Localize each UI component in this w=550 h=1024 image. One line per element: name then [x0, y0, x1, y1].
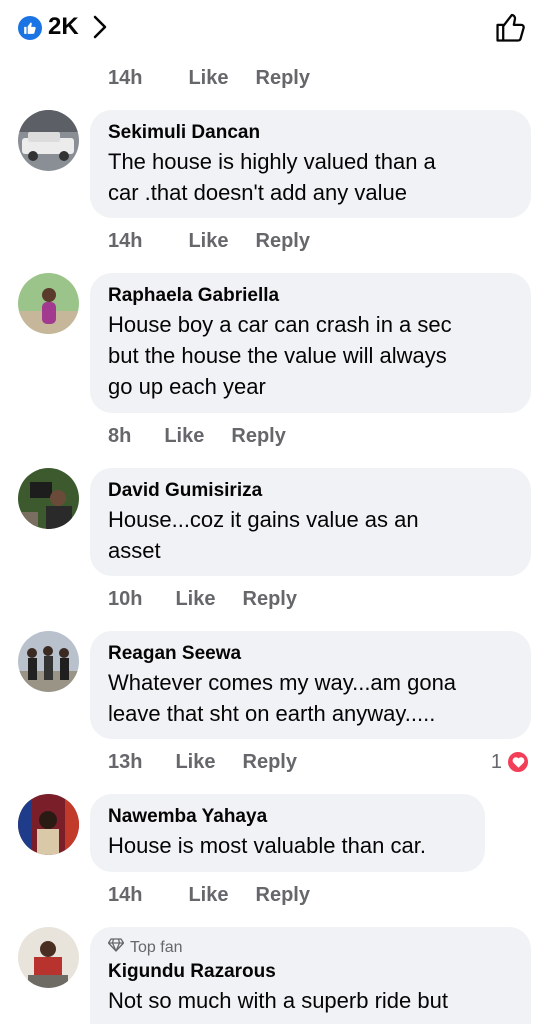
- thumbs-up-outline-icon[interactable]: [494, 10, 528, 49]
- comment-author[interactable]: Reagan Seewa: [108, 641, 513, 667]
- reply-button[interactable]: Reply: [243, 751, 297, 774]
- comment-time: 10h: [108, 587, 143, 610]
- like-button[interactable]: Like: [188, 67, 228, 90]
- reply-button[interactable]: Reply: [256, 884, 310, 907]
- avatar[interactable]: [18, 468, 79, 529]
- comment-time: 14h: [108, 229, 143, 252]
- comment-time: 13h: [108, 750, 143, 773]
- reactions-header: 2K: [0, 0, 550, 56]
- comment-bubble: Reagan Seewa Whatever comes my way...am …: [90, 631, 531, 739]
- comment-actions: 8h Like Reply: [108, 422, 286, 450]
- comment-reactions[interactable]: 1: [491, 750, 530, 774]
- comment-actions: 13h Like Reply: [108, 748, 297, 776]
- comment-author[interactable]: Raphaela Gabriella: [108, 283, 513, 309]
- comment-actions: 14h Like Reply: [108, 64, 310, 92]
- comment-bubble: Top fan Kigundu Razarous Not so much wit…: [90, 927, 531, 1024]
- reply-button[interactable]: Reply: [256, 230, 310, 253]
- comment-text: The house is highly valued than a car .t…: [108, 149, 436, 205]
- reaction-count: 1: [490, 750, 502, 773]
- like-thumb-icon[interactable]: [18, 16, 42, 40]
- reply-button[interactable]: Reply: [243, 588, 297, 611]
- top-fan-badge: Top fan: [107, 937, 513, 959]
- reaction-count[interactable]: 2K: [48, 13, 79, 41]
- comment-actions: 14h Like Reply: [108, 227, 310, 255]
- comment-bubble: David Gumisiriza House...coz it gains va…: [90, 468, 531, 576]
- avatar[interactable]: [18, 794, 79, 855]
- diamond-icon: [107, 937, 125, 959]
- like-button[interactable]: Like: [175, 588, 215, 611]
- badge-label: Top fan: [130, 939, 183, 956]
- comment-author[interactable]: Sekimuli Dancan: [108, 120, 513, 146]
- comment-time: 14h: [108, 883, 143, 906]
- comment-actions: 14h Like Reply: [108, 881, 310, 909]
- comment-bubble: Nawemba Yahaya House is most valuable th…: [90, 794, 485, 872]
- avatar[interactable]: [18, 927, 79, 988]
- like-button[interactable]: Like: [188, 230, 228, 253]
- avatar[interactable]: [18, 110, 79, 171]
- avatar[interactable]: [18, 273, 79, 334]
- like-button[interactable]: Like: [175, 751, 215, 774]
- comment-bubble: Raphaela Gabriella House boy a car can c…: [90, 273, 531, 413]
- comment-text: Not so much with a superb ride but: [108, 988, 448, 1013]
- like-button[interactable]: Like: [188, 884, 228, 907]
- reply-button[interactable]: Reply: [231, 425, 285, 448]
- comment-author[interactable]: David Gumisiriza: [108, 478, 513, 504]
- avatar[interactable]: [18, 631, 79, 692]
- like-button[interactable]: Like: [164, 425, 204, 448]
- comment-bubble: Sekimuli Dancan The house is highly valu…: [90, 110, 531, 218]
- comment-text: Whatever comes my way...am gona leave th…: [108, 670, 457, 726]
- comment-time: 8h: [108, 424, 132, 447]
- comment-actions: 10h Like Reply: [108, 585, 297, 613]
- chevron-right-icon[interactable]: [92, 14, 108, 45]
- comment-text: House boy a car can crash in a sec but t…: [108, 312, 452, 399]
- comment-text: House is most valuable than car.: [108, 833, 426, 858]
- comment-author[interactable]: Nawemba Yahaya: [108, 804, 467, 830]
- reply-button[interactable]: Reply: [256, 67, 310, 90]
- comment-author[interactable]: Kigundu Razarous: [108, 959, 513, 985]
- heart-icon: [506, 750, 530, 774]
- comment-text: House...coz it gains value as an asset: [108, 507, 419, 563]
- comment-time: 14h: [108, 66, 143, 89]
